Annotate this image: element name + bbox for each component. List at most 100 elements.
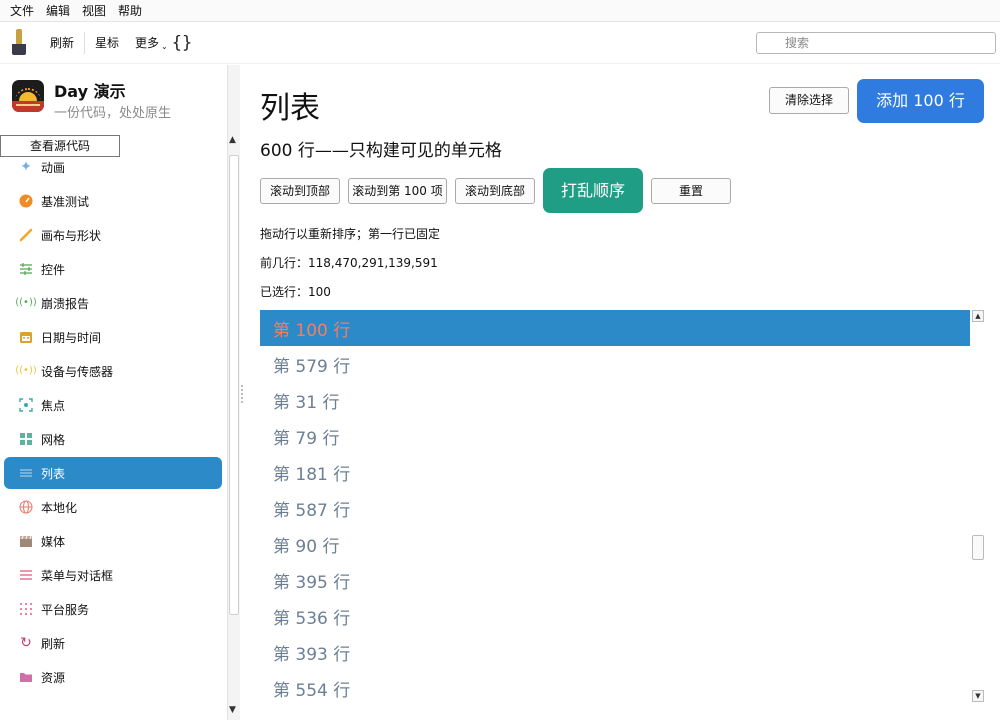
speedometer-icon bbox=[18, 193, 34, 209]
sidebar-item-crash-report[interactable]: ((•)) 崩溃报告 bbox=[4, 287, 222, 319]
sidebar-item-label: 基准测试 bbox=[41, 194, 90, 209]
sidebar-scrollbar[interactable]: ▲ ▼ bbox=[227, 65, 240, 720]
scroll-up-icon[interactable]: ▲ bbox=[229, 135, 236, 145]
sidebar-item-devices[interactable]: ((•)) 设备与传感器 bbox=[4, 355, 222, 387]
sidebar-item-label: 焦点 bbox=[41, 398, 66, 413]
sidebar-item-label: 平台服务 bbox=[41, 602, 90, 617]
sidebar-item-label: 日期与时间 bbox=[41, 330, 102, 345]
list-row[interactable]: 第 100 行 bbox=[260, 310, 970, 346]
scroll-top-button[interactable]: 滚动到顶部 bbox=[260, 178, 340, 204]
app-header: Day 演示 一份代码，处处原生 bbox=[12, 80, 171, 121]
sliders-icon bbox=[18, 261, 34, 277]
sidebar-item-datetime[interactable]: 日期与时间 bbox=[4, 321, 222, 353]
sidebar-item-label: 刷新 bbox=[41, 636, 66, 651]
clapperboard-icon bbox=[18, 533, 34, 549]
sidebar-item-label: 列表 bbox=[41, 466, 66, 481]
scroll-down-icon[interactable]: ▼ bbox=[972, 690, 984, 702]
menu-view[interactable]: 视图 bbox=[76, 2, 112, 19]
sidebar-item-focus[interactable]: 焦点 bbox=[4, 389, 222, 421]
app-logo-icon bbox=[12, 80, 44, 112]
broadcast-icon: ((•)) bbox=[15, 365, 37, 376]
menu-help[interactable]: 帮助 bbox=[112, 2, 148, 19]
list-icon bbox=[18, 465, 34, 481]
dots-grid-icon bbox=[18, 601, 34, 617]
sidebar-item-list[interactable]: 列表 bbox=[4, 457, 222, 489]
scroll-to-100-button[interactable]: 滚动到第 100 项 bbox=[348, 178, 447, 204]
logo-ground bbox=[12, 101, 44, 112]
toolbar-divider bbox=[84, 31, 86, 54]
calendar-icon bbox=[18, 329, 34, 345]
sidebar-item-label: 菜单与对话框 bbox=[41, 568, 114, 583]
logo-line bbox=[16, 104, 40, 106]
sidebar-item-label: 设备与传感器 bbox=[41, 364, 114, 379]
list-scrollbar[interactable]: ▲ ▼ bbox=[970, 310, 986, 705]
pencil-icon bbox=[18, 227, 34, 243]
sidebar-item-menus[interactable]: 菜单与对话框 bbox=[4, 559, 222, 591]
sparkle-icon: ✦ bbox=[20, 159, 32, 175]
chevron-down-icon: ⌄ bbox=[161, 42, 168, 51]
list-row[interactable]: 第 536 行 bbox=[260, 598, 970, 634]
sidebar-item-label: 资源 bbox=[41, 670, 66, 685]
sidebar-item-label: 媒体 bbox=[41, 534, 66, 549]
menu-edit[interactable]: 编辑 bbox=[40, 2, 76, 19]
brush-icon[interactable] bbox=[8, 28, 30, 57]
app-subtitle: 一份代码，处处原生 bbox=[54, 106, 172, 121]
sidebar-item-label: 网格 bbox=[41, 432, 66, 447]
clear-selection-button[interactable]: 清除选择 bbox=[769, 87, 849, 114]
row-list: 第 100 行 第 579 行 第 31 行 第 79 行 第 181 行 第 … bbox=[260, 310, 970, 720]
signal-icon: ((•)) bbox=[15, 297, 37, 308]
list-row[interactable]: 第 31 行 bbox=[260, 382, 970, 418]
brush-handle bbox=[16, 28, 22, 45]
page-title: 列表 bbox=[260, 91, 320, 126]
shuffle-button[interactable]: 打乱顺序 bbox=[543, 168, 643, 213]
scroll-up-icon[interactable]: ▲ bbox=[972, 310, 984, 322]
sidebar-item-resources[interactable]: 资源 bbox=[4, 661, 222, 693]
brush-bristle bbox=[12, 43, 26, 55]
source-code-button[interactable]: {} bbox=[172, 33, 192, 53]
focus-icon bbox=[18, 397, 34, 413]
reset-button[interactable]: 重置 bbox=[651, 178, 731, 204]
list-row[interactable]: 第 90 行 bbox=[260, 526, 970, 562]
list-scroll-thumb[interactable] bbox=[972, 535, 984, 560]
sidebar-item-localization[interactable]: 本地化 bbox=[4, 491, 222, 523]
list-row[interactable]: 第 393 行 bbox=[260, 634, 970, 670]
selected-row-text: 已选行：100 bbox=[260, 285, 331, 299]
split-handle[interactable] bbox=[241, 385, 243, 403]
list-row[interactable]: 第 181 行 bbox=[260, 454, 970, 490]
menu-file[interactable]: 文件 bbox=[4, 2, 40, 19]
refresh-button[interactable]: 刷新 bbox=[42, 34, 82, 51]
list-row[interactable]: 第 587 行 bbox=[260, 490, 970, 526]
sidebar-item-label: 控件 bbox=[41, 262, 66, 277]
sidebar-nav: 关于 ✦ 动画 基准测试 画布与形状 控件 ((•)) 崩溃报告 日期与时间 (… bbox=[4, 137, 222, 720]
globe-icon bbox=[18, 499, 34, 515]
sidebar-item-platform[interactable]: 平台服务 bbox=[4, 593, 222, 625]
list-row[interactable]: 第 554 行 bbox=[260, 670, 970, 706]
view-source-button[interactable]: 查看源代码 bbox=[0, 135, 120, 157]
sidebar-scroll-thumb[interactable] bbox=[229, 155, 239, 615]
search-input[interactable] bbox=[756, 32, 996, 54]
sidebar-item-label: 动画 bbox=[41, 160, 66, 175]
sidebar-item-controls[interactable]: 控件 bbox=[4, 253, 222, 285]
drag-hint: 拖动行以重新排序；第一行已固定 bbox=[260, 227, 441, 241]
refresh-icon: ↻ bbox=[20, 635, 32, 651]
list-subtitle: 600 行——只构建可见的单元格 bbox=[260, 141, 502, 161]
main-content: 列表 清除选择 添加 100 行 600 行——只构建可见的单元格 滚动到顶部 … bbox=[260, 65, 1000, 720]
sidebar-item-canvas[interactable]: 画布与形状 bbox=[4, 219, 222, 251]
star-button[interactable]: 星标 bbox=[87, 34, 127, 51]
grid-icon bbox=[18, 431, 34, 447]
sidebar-item-media[interactable]: 媒体 bbox=[4, 525, 222, 557]
list-row[interactable]: 第 79 行 bbox=[260, 418, 970, 454]
app-name: Day 演示 bbox=[54, 82, 126, 101]
sidebar-item-benchmark[interactable]: 基准测试 bbox=[4, 185, 222, 217]
sidebar-item-grid[interactable]: 网格 bbox=[4, 423, 222, 455]
add-rows-button[interactable]: 添加 100 行 bbox=[857, 79, 984, 123]
sidebar-item-label: 崩溃报告 bbox=[41, 296, 90, 311]
list-row[interactable]: 第 579 行 bbox=[260, 346, 970, 382]
menu-icon bbox=[18, 567, 34, 583]
list-row[interactable]: 第 395 行 bbox=[260, 562, 970, 598]
sidebar-item-label: 本地化 bbox=[41, 500, 78, 515]
scroll-bottom-button[interactable]: 滚动到底部 bbox=[455, 178, 535, 204]
scroll-down-icon[interactable]: ▼ bbox=[229, 705, 236, 715]
sidebar-item-refresh[interactable]: ↻ 刷新 bbox=[4, 627, 222, 659]
sidebar-item-label: 画布与形状 bbox=[41, 228, 102, 243]
